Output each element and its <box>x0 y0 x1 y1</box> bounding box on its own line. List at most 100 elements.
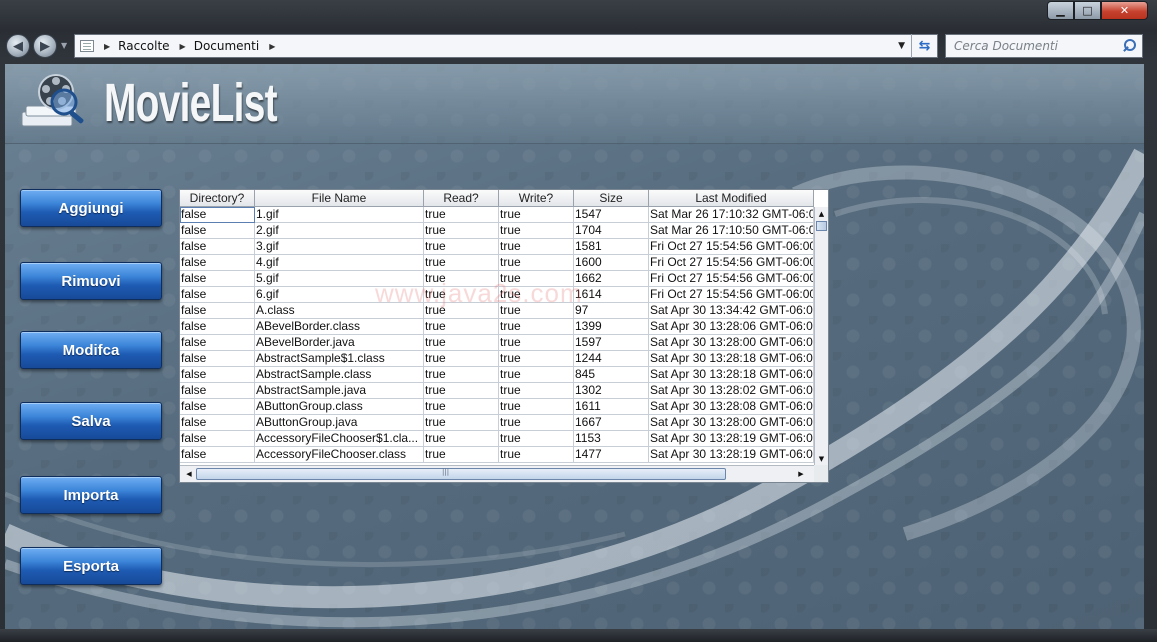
table-row[interactable]: false 1.gif true true 1547 Sat Mar 26 17:10:3… <box>180 207 814 223</box>
table-cell[interactable]: true <box>424 223 499 239</box>
table-cell[interactable]: 1614 <box>574 287 649 303</box>
vertical-scrollbar[interactable]: ▲ ▼ <box>814 207 828 465</box>
table-cell[interactable]: true <box>424 431 499 447</box>
forward-button[interactable]: ▶ <box>33 34 57 58</box>
table-cell[interactable]: Sat Apr 30 13:34:42 GMT-06:00 <box>649 303 814 319</box>
table-cell[interactable]: true <box>424 255 499 271</box>
table-cell[interactable]: 97 <box>574 303 649 319</box>
table-cell[interactable]: true <box>499 271 574 287</box>
table-cell[interactable]: Sat Apr 30 13:28:19 GMT-06:00 <box>649 447 814 463</box>
table-cell[interactable]: true <box>499 335 574 351</box>
address-bar[interactable]: ▶ Raccolte ▶ Documenti ▶ ▼ ⇆ <box>74 34 938 58</box>
table-cell[interactable]: 1153 <box>574 431 649 447</box>
table-row[interactable]: false 5.gif true true 1662 Fri Oct 27 15:54:5… <box>180 271 814 287</box>
table-cell[interactable]: true <box>499 239 574 255</box>
table-cell[interactable]: Fri Oct 27 15:54:56 GMT-06:00 <box>649 271 814 287</box>
column-header[interactable]: File Name <box>255 190 424 206</box>
table-cell[interactable]: true <box>424 239 499 255</box>
table-cell[interactable]: false <box>180 255 255 271</box>
address-dropdown-icon[interactable]: ▼ <box>898 41 905 51</box>
table-cell[interactable]: true <box>499 383 574 399</box>
scroll-up-icon[interactable]: ▲ <box>815 207 828 220</box>
import-button[interactable]: Importa <box>20 476 162 514</box>
table-cell[interactable]: AButtonGroup.java <box>255 415 424 431</box>
table-cell[interactable]: false <box>180 447 255 463</box>
table-row[interactable]: false AbstractSample.class true true 845 Sat … <box>180 367 814 383</box>
table-cell[interactable]: ABevelBorder.java <box>255 335 424 351</box>
scroll-down-icon[interactable]: ▼ <box>815 452 828 465</box>
table-cell[interactable]: true <box>424 383 499 399</box>
maximize-button[interactable]: □ <box>1074 1 1101 20</box>
table-row[interactable]: false AccessoryFileChooser.class true true 1… <box>180 447 814 463</box>
scroll-left-icon[interactable]: ◀ <box>182 467 196 481</box>
column-header[interactable]: Write? <box>499 190 574 206</box>
breadcrumb-documenti[interactable]: Documenti <box>194 39 260 53</box>
breadcrumb-chevron-icon[interactable]: ▶ <box>104 42 110 51</box>
table-cell[interactable]: Sat Apr 30 13:28:08 GMT-06:00 <box>649 399 814 415</box>
table-cell[interactable]: 1662 <box>574 271 649 287</box>
file-table[interactable]: Directory? File Name Read? Write? Size Last M… <box>179 189 829 483</box>
table-cell[interactable]: Sat Mar 26 17:10:50 GMT-06:00 <box>649 223 814 239</box>
table-cell[interactable]: true <box>499 303 574 319</box>
table-cell[interactable]: AbstractSample.class <box>255 367 424 383</box>
table-cell[interactable]: false <box>180 367 255 383</box>
table-body[interactable]: false 1.gif true true 1547 Sat Mar 26 17:10:3… <box>180 207 814 465</box>
table-cell[interactable]: AccessoryFileChooser.class <box>255 447 424 463</box>
table-cell[interactable]: false <box>180 399 255 415</box>
table-cell[interactable]: true <box>424 367 499 383</box>
scroll-right-icon[interactable]: ▶ <box>794 467 808 481</box>
close-button[interactable]: ✕ <box>1101 1 1148 20</box>
table-row[interactable]: false 4.gif true true 1600 Fri Oct 27 15:54:5… <box>180 255 814 271</box>
breadcrumb-chevron-icon[interactable]: ▶ <box>180 42 186 51</box>
table-cell[interactable]: AccessoryFileChooser$1.cla... <box>255 431 424 447</box>
table-cell[interactable]: AbstractSample.java <box>255 383 424 399</box>
breadcrumb-raccolte[interactable]: Raccolte <box>118 39 169 53</box>
table-cell[interactable]: 4.gif <box>255 255 424 271</box>
table-cell[interactable]: false <box>180 287 255 303</box>
table-row[interactable]: false ABevelBorder.class true true 1399 Sat A… <box>180 319 814 335</box>
table-cell[interactable]: Sat Apr 30 13:28:00 GMT-06:00 <box>649 415 814 431</box>
column-header[interactable]: Directory? <box>180 190 255 206</box>
table-cell[interactable]: AbstractSample$1.class <box>255 351 424 367</box>
table-cell[interactable]: 1581 <box>574 239 649 255</box>
table-cell[interactable]: Fri Oct 27 15:54:56 GMT-06:00 <box>649 255 814 271</box>
table-cell[interactable]: 1.gif <box>255 207 424 223</box>
table-cell[interactable]: Fri Oct 27 15:54:56 GMT-06:00 <box>649 239 814 255</box>
table-cell[interactable]: true <box>499 319 574 335</box>
horizontal-scroll-thumb[interactable] <box>196 468 726 480</box>
table-row[interactable]: false A.class true true 97 Sat Apr 30 13:34:4… <box>180 303 814 319</box>
table-cell[interactable]: true <box>499 431 574 447</box>
table-cell[interactable]: true <box>424 351 499 367</box>
table-cell[interactable]: A.class <box>255 303 424 319</box>
table-cell[interactable]: true <box>424 303 499 319</box>
table-cell[interactable]: false <box>180 239 255 255</box>
table-cell[interactable]: true <box>424 319 499 335</box>
vertical-scroll-thumb[interactable] <box>816 221 827 231</box>
table-cell[interactable]: 1611 <box>574 399 649 415</box>
table-cell[interactable]: Sat Apr 30 13:28:18 GMT-06:00 <box>649 367 814 383</box>
search-box[interactable]: Cerca Documenti <box>945 34 1143 58</box>
table-cell[interactable]: 1597 <box>574 335 649 351</box>
table-cell[interactable]: true <box>499 367 574 383</box>
table-row[interactable]: false ABevelBorder.java true true 1597 Sat Ap… <box>180 335 814 351</box>
table-cell[interactable]: 1399 <box>574 319 649 335</box>
table-cell[interactable]: 1667 <box>574 415 649 431</box>
table-cell[interactable]: false <box>180 207 255 223</box>
table-row[interactable]: false AButtonGroup.class true true 1611 Sat A… <box>180 399 814 415</box>
minimize-button[interactable]: ▁ <box>1047 1 1074 20</box>
back-button[interactable]: ◀ <box>6 34 30 58</box>
table-cell[interactable]: true <box>499 255 574 271</box>
table-cell[interactable]: 1477 <box>574 447 649 463</box>
table-cell[interactable]: Sat Apr 30 13:28:19 GMT-06:00 <box>649 431 814 447</box>
table-cell[interactable]: true <box>424 335 499 351</box>
table-cell[interactable]: 5.gif <box>255 271 424 287</box>
table-cell[interactable]: 6.gif <box>255 287 424 303</box>
recent-pages-dropdown-icon[interactable]: ▼ <box>61 41 67 50</box>
column-header[interactable]: Read? <box>424 190 499 206</box>
breadcrumb-chevron-icon[interactable]: ▶ <box>269 42 275 51</box>
table-cell[interactable]: false <box>180 351 255 367</box>
table-cell[interactable]: false <box>180 431 255 447</box>
save-button[interactable]: Salva <box>20 402 162 440</box>
horizontal-scrollbar[interactable]: ◀ ||| ▶ <box>180 465 814 482</box>
table-cell[interactable]: true <box>424 207 499 223</box>
